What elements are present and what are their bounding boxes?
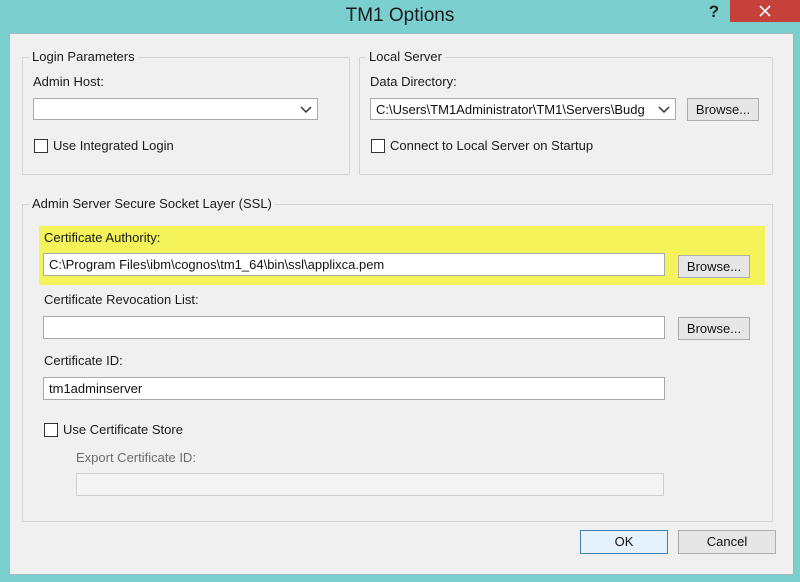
- certificate-id-label: Certificate ID:: [44, 353, 123, 368]
- data-directory-label: Data Directory:: [370, 74, 457, 89]
- window-title: TM1 Options: [345, 5, 455, 26]
- help-icon[interactable]: ?: [700, 0, 728, 24]
- data-directory-value: C:\Users\TM1Administrator\TM1\Servers\Bu…: [376, 102, 645, 117]
- login-parameters-legend: Login Parameters: [29, 49, 138, 64]
- data-directory-combo[interactable]: C:\Users\TM1Administrator\TM1\Servers\Bu…: [370, 98, 676, 120]
- revocation-list-label: Certificate Revocation List:: [44, 292, 199, 307]
- certificate-id-value: tm1adminserver: [49, 381, 143, 396]
- certificate-id-field[interactable]: tm1adminserver: [43, 377, 665, 400]
- use-integrated-login-checkbox[interactable]: [34, 139, 48, 153]
- close-button[interactable]: [730, 0, 800, 22]
- dialog-body: Login Parameters Admin Host: Use Integra…: [9, 33, 794, 575]
- use-integrated-login-label: Use Integrated Login: [53, 138, 174, 153]
- certificate-authority-label: Certificate Authority:: [44, 230, 161, 245]
- login-parameters-group: Login Parameters Admin Host: Use Integra…: [22, 49, 350, 175]
- certificate-authority-browse-button[interactable]: Browse...: [678, 255, 750, 278]
- admin-host-label: Admin Host:: [33, 74, 104, 89]
- chevron-down-icon: [658, 106, 670, 114]
- close-icon: [759, 5, 771, 17]
- export-certificate-id-label: Export Certificate ID:: [76, 450, 196, 465]
- local-server-legend: Local Server: [366, 49, 445, 64]
- connect-local-server-checkbox[interactable]: [371, 139, 385, 153]
- use-certificate-store-label: Use Certificate Store: [63, 422, 183, 437]
- revocation-list-field[interactable]: [43, 316, 665, 339]
- revocation-list-browse-button[interactable]: Browse...: [678, 317, 750, 340]
- data-directory-browse-button[interactable]: Browse...: [687, 98, 759, 121]
- connect-local-server-label: Connect to Local Server on Startup: [390, 138, 594, 153]
- export-certificate-id-field[interactable]: [76, 473, 664, 496]
- certificate-authority-field[interactable]: C:\Program Files\ibm\cognos\tm1_64\bin\s…: [43, 253, 665, 276]
- title-bar[interactable]: TM1 Options ?: [0, 0, 800, 33]
- chevron-down-icon: [300, 106, 312, 114]
- cancel-button[interactable]: Cancel: [678, 530, 776, 554]
- tm1-options-window: TM1 Options ? Login Parameters Admin Hos…: [0, 0, 800, 582]
- ssl-legend: Admin Server Secure Socket Layer (SSL): [29, 196, 275, 211]
- local-server-group: Local Server Data Directory: C:\Users\TM…: [359, 49, 773, 175]
- use-certificate-store-checkbox[interactable]: [44, 423, 58, 437]
- ok-button[interactable]: OK: [580, 530, 668, 554]
- certificate-authority-value: C:\Program Files\ibm\cognos\tm1_64\bin\s…: [49, 257, 385, 272]
- admin-host-combo[interactable]: [33, 98, 318, 120]
